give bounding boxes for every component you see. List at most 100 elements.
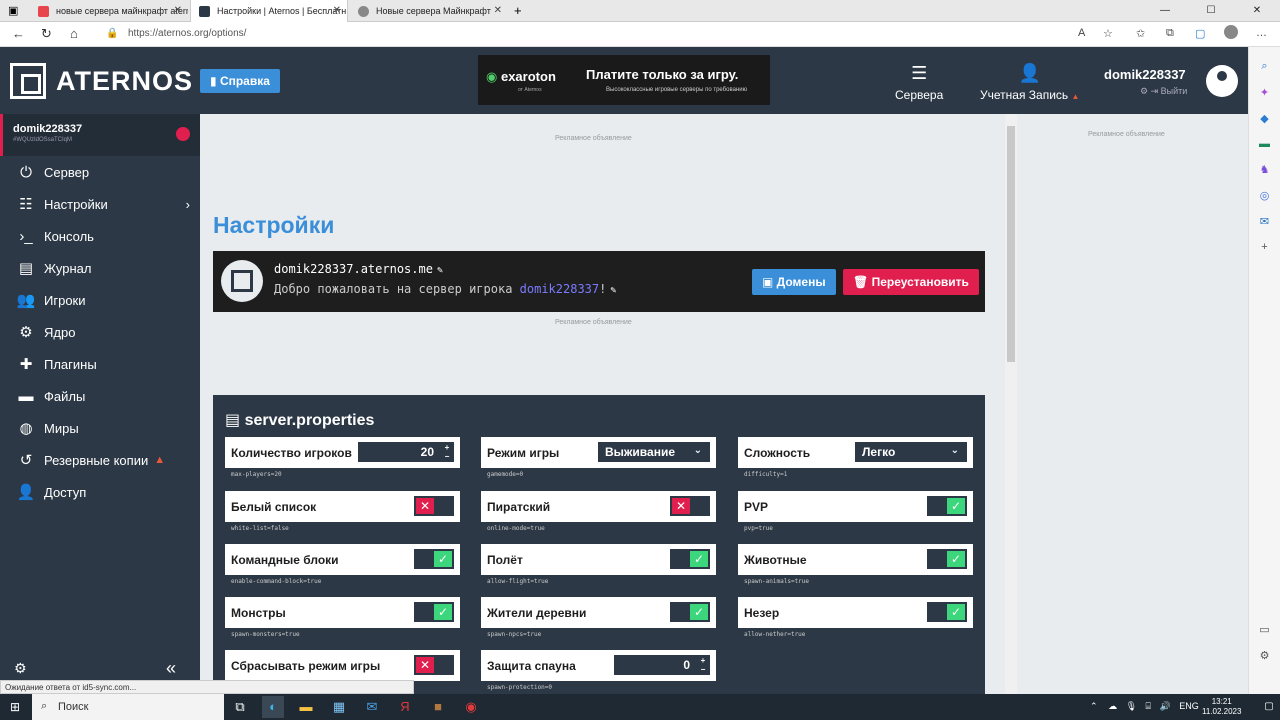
edit-icon[interactable]: ✎ (437, 265, 443, 276)
spawn-protection-stepper[interactable]: 0 + − (614, 655, 710, 675)
file-explorer-icon[interactable]: ▬ (295, 699, 317, 714)
gamemode-select[interactable]: Выживание ⌄ (598, 442, 710, 462)
chevron-up-icon[interactable]: ⌃ (1090, 701, 1098, 711)
store-icon[interactable]: ▦ (328, 699, 350, 715)
sidebar-item-settings[interactable]: ☷ Настройки › (0, 188, 200, 220)
read-aloud-icon[interactable]: A (1078, 27, 1085, 39)
pvp-toggle[interactable]: ✓ (927, 496, 967, 516)
browser-tab-1[interactable]: новые сервера майнкрафт aterno ✕ (30, 0, 188, 22)
max-players-stepper[interactable]: 20 + − (358, 442, 454, 462)
window-controls: — ☐ ✕ (1142, 0, 1280, 22)
nav-servers[interactable]: ☰ Сервера (895, 63, 943, 102)
spawn-animals-toggle[interactable]: ✓ (927, 549, 967, 569)
games-icon[interactable]: ♞ (1249, 163, 1280, 176)
settings-gear-icon[interactable]: ⚙ (1249, 649, 1280, 662)
sidebar-item-label: Журнал (44, 260, 92, 276)
stepper-arrows-icon[interactable]: + − (442, 443, 452, 461)
windows-start-icon[interactable]: ⊞ (10, 700, 20, 714)
allow-nether-toggle[interactable]: ✓ (927, 602, 967, 622)
browser-tab-3[interactable]: Новые сервера Майнкрафт ✕ (350, 0, 508, 22)
sidebar-item-plugins[interactable]: ✚ Плагины (0, 348, 200, 380)
notifications-icon[interactable]: ▢ (1258, 701, 1280, 712)
nav-account[interactable]: 👤 Учетная Запись ▲ (980, 63, 1079, 102)
close-icon[interactable]: ✕ (174, 5, 182, 16)
taskbar-search[interactable]: ⌕ Поиск (32, 694, 224, 720)
favorite-star-icon[interactable]: ☆ (1103, 27, 1113, 40)
stepper-arrows-icon[interactable]: + − (698, 656, 708, 674)
reinstall-button[interactable]: 🗑 Переустановить (843, 269, 979, 295)
edit-icon[interactable]: ✎ (610, 285, 616, 296)
office-icon[interactable]: ◎ (1249, 189, 1280, 202)
copilot-icon[interactable]: ✦ (1249, 86, 1280, 99)
taskbar-clock[interactable]: 13:21 11.02.2023 (1202, 697, 1241, 717)
browser-tab-2[interactable]: Настройки | Aternos | Бесплатн ✕ (190, 0, 348, 22)
tab-actions-icon[interactable]: ▣ (8, 4, 18, 17)
tools-icon[interactable]: ▬ (1249, 138, 1280, 150)
settings-gear-icon[interactable]: ⚙ (14, 660, 27, 677)
obs-icon[interactable]: ◉ (460, 699, 482, 715)
refresh-icon[interactable]: ↻ (41, 26, 52, 42)
new-tab-button[interactable]: + (514, 3, 522, 18)
back-icon[interactable]: ← (12, 26, 25, 41)
microphone-icon[interactable]: 🎙 (1126, 701, 1137, 711)
maximize-icon[interactable]: ☐ (1188, 0, 1234, 22)
sidebar-item-files[interactable]: ▬ Файлы (0, 380, 200, 412)
close-icon[interactable]: ✕ (494, 5, 502, 16)
avatar[interactable] (1206, 65, 1238, 97)
home-icon[interactable]: ⌂ (70, 26, 78, 41)
help-button[interactable]: ▮ Справка (200, 69, 280, 93)
brand-prefix: exa (500, 69, 523, 84)
yandex-icon[interactable]: Я (394, 699, 416, 714)
force-gamemode-toggle[interactable]: ✕ (414, 655, 454, 675)
language-indicator[interactable]: ENG (1179, 701, 1199, 711)
scrollbar-thumb[interactable] (1007, 126, 1015, 362)
terminal-icon: ›_ (19, 227, 33, 245)
sidebar-item-worlds[interactable]: ◍ Миры (0, 412, 200, 444)
sidebar-item-console[interactable]: ›_ Консоль (0, 220, 200, 252)
stepper-value: 0 (683, 658, 690, 672)
network-icon[interactable]: ⌸ (1146, 701, 1151, 711)
favorites-icon[interactable]: ✩ (1136, 27, 1145, 40)
page-scrollbar[interactable] (1005, 114, 1017, 694)
minecraft-icon[interactable]: ■ (427, 699, 449, 714)
sidebar-layout-icon[interactable]: ▭ (1249, 623, 1280, 636)
search-icon[interactable]: ⌕ (1249, 60, 1280, 73)
minimize-icon[interactable]: — (1142, 0, 1188, 22)
difficulty-select[interactable]: Легко ⌄ (855, 442, 967, 462)
white-list-toggle[interactable]: ✕ (414, 496, 454, 516)
sidebar-item-access[interactable]: 👤 Доступ (0, 476, 200, 508)
server-header[interactable]: domik228337 #WQUzIdOSsaTCIqM (0, 114, 200, 156)
edge-app-icon[interactable]: ◐ (262, 696, 284, 718)
tag-icon[interactable]: ◆ (1249, 112, 1280, 125)
mail-icon[interactable]: ✉ (361, 699, 383, 715)
url-field[interactable]: https://aternos.org/options/ (128, 28, 246, 39)
close-icon[interactable]: ✕ (333, 5, 341, 16)
allow-flight-toggle[interactable]: ✓ (670, 549, 710, 569)
command-block-toggle[interactable]: ✓ (414, 549, 454, 569)
cracked-toggle[interactable]: ✕ (670, 496, 710, 516)
more-icon[interactable]: … (1256, 27, 1267, 39)
volume-icon[interactable]: 🔊 (1159, 701, 1170, 711)
outlook-icon[interactable]: ✉ (1249, 215, 1280, 228)
extension-icon[interactable]: ▢ (1195, 27, 1205, 40)
ad-banner[interactable]: ◉ exaroton от Aternos Платите только за … (478, 55, 770, 105)
sidebar-item-core[interactable]: ⚙ Ядро (0, 316, 200, 348)
collapse-sidebar-icon[interactable]: « (166, 658, 176, 679)
logout-link[interactable]: ⚙ ⇥ Выйти (1140, 86, 1187, 97)
domains-button[interactable]: ▣ Домены (752, 269, 836, 295)
task-view-icon[interactable]: ⧉ (229, 699, 251, 715)
sidebar-item-server[interactable]: ⏻ Сервер (0, 156, 200, 188)
add-icon[interactable]: + (1249, 241, 1280, 253)
profile-icon[interactable] (1224, 25, 1238, 39)
collections-icon[interactable]: ⧉ (1166, 27, 1174, 40)
settings-gear-icon[interactable]: ⚙ (1140, 86, 1148, 96)
spawn-monsters-toggle[interactable]: ✓ (414, 602, 454, 622)
aternos-logo[interactable]: ATERNOS (10, 63, 193, 99)
spawn-npcs-toggle[interactable]: ✓ (670, 602, 710, 622)
sidebar-item-players[interactable]: 👥 Игроки (0, 284, 200, 316)
cloud-icon[interactable]: ☁ (1108, 701, 1117, 711)
sidebar-item-log[interactable]: ▤ Журнал (0, 252, 200, 284)
sidebar-item-backups[interactable]: ↺ Резервные копии ▲ (0, 444, 200, 476)
close-window-icon[interactable]: ✕ (1234, 0, 1280, 22)
option-allow-flight: Полёт ✓ allow-flight=true (481, 544, 716, 585)
